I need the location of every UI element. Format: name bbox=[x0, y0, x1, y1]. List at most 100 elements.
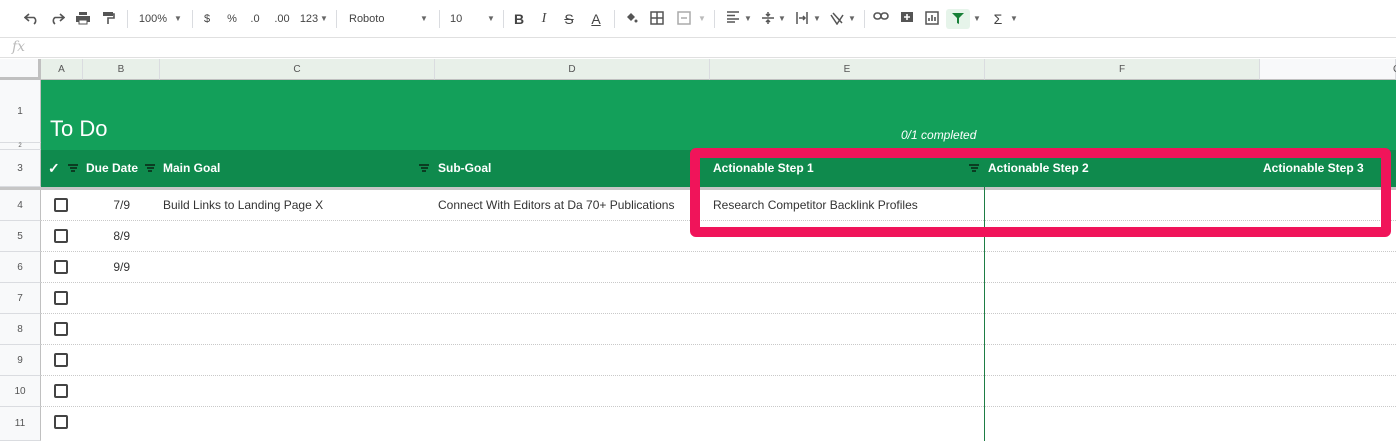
header-sub-goal[interactable]: Sub-Goal bbox=[438, 150, 491, 187]
table-row bbox=[41, 283, 1396, 314]
chevron-down-icon[interactable]: ▼ bbox=[812, 9, 822, 29]
chevron-down-icon[interactable]: ▼ bbox=[972, 9, 982, 29]
row-header-11[interactable]: 11 bbox=[0, 407, 41, 441]
strikethrough-button[interactable]: S bbox=[561, 9, 577, 29]
toolbar: 100% ▼ $ % .0 .00 123 ▼ Roboto ▼ 10 ▼ B … bbox=[0, 0, 1396, 38]
row-header-6[interactable]: 6 bbox=[0, 252, 41, 283]
undo-icon[interactable] bbox=[22, 9, 42, 29]
table-row bbox=[41, 314, 1396, 345]
row-header-label: 11 bbox=[14, 418, 26, 429]
select-all-corner[interactable] bbox=[0, 59, 41, 80]
sub-goal-cell[interactable]: Connect With Editors at Da 70+ Publicati… bbox=[438, 190, 674, 221]
highlight-box bbox=[690, 148, 1391, 237]
decrease-decimal-button[interactable]: .0 bbox=[246, 9, 264, 29]
font-select[interactable]: Roboto bbox=[349, 9, 409, 29]
row-header-label: 1 bbox=[17, 105, 23, 117]
text-rotation-icon[interactable] bbox=[829, 9, 845, 29]
table-row bbox=[41, 376, 1396, 407]
task-checkbox[interactable] bbox=[54, 229, 68, 243]
row-header-5[interactable]: 5 bbox=[0, 221, 41, 252]
align-left-icon[interactable] bbox=[724, 9, 742, 29]
task-checkbox[interactable] bbox=[54, 353, 68, 367]
percent-button[interactable]: % bbox=[225, 9, 239, 29]
main-goal-cell[interactable]: Build Links to Landing Page X bbox=[163, 190, 323, 221]
column-header-e[interactable]: E bbox=[710, 59, 985, 80]
header-main-goal[interactable]: Main Goal bbox=[163, 150, 220, 187]
row-header-9[interactable]: 9 bbox=[0, 345, 41, 376]
row-header-label: 10 bbox=[14, 385, 26, 397]
font-size-select[interactable]: 10 bbox=[450, 9, 474, 29]
column-header-f[interactable]: F bbox=[985, 59, 1260, 80]
row-header-2[interactable]: 2 bbox=[0, 143, 41, 150]
row-header-8[interactable]: 8 bbox=[0, 314, 41, 345]
row-header-4[interactable]: 4 bbox=[0, 190, 41, 221]
column-header-a[interactable]: A bbox=[41, 59, 83, 80]
column-header-d[interactable]: D bbox=[435, 59, 710, 80]
row-header-7[interactable]: 7 bbox=[0, 283, 41, 314]
borders-icon[interactable] bbox=[648, 9, 666, 29]
chevron-down-icon[interactable]: ▼ bbox=[486, 9, 496, 29]
chevron-down-icon[interactable]: ▼ bbox=[847, 9, 857, 29]
due-date-cell[interactable]: 9/9 bbox=[83, 252, 130, 283]
row-header-label: 5 bbox=[17, 230, 23, 242]
chevron-down-icon[interactable]: ▼ bbox=[697, 9, 707, 29]
chevron-down-icon[interactable]: ▼ bbox=[419, 9, 429, 29]
row-header-label: 7 bbox=[17, 292, 23, 304]
header-due-date[interactable]: Due Date bbox=[86, 150, 138, 187]
table-row bbox=[41, 345, 1396, 376]
chevron-down-icon[interactable]: ▼ bbox=[172, 9, 184, 29]
link-icon[interactable] bbox=[872, 9, 890, 29]
chevron-down-icon[interactable]: ▼ bbox=[777, 9, 787, 29]
filter-icon[interactable] bbox=[946, 9, 970, 29]
task-checkbox[interactable] bbox=[54, 415, 68, 429]
due-date-cell[interactable]: 8/9 bbox=[83, 221, 130, 252]
row-header-label: 9 bbox=[17, 354, 23, 366]
table-row bbox=[41, 407, 1396, 441]
insert-chart-icon[interactable] bbox=[923, 9, 941, 29]
row-header-1[interactable]: 1 bbox=[0, 80, 41, 143]
number-format-button[interactable]: 123 bbox=[298, 9, 320, 29]
print-icon[interactable] bbox=[73, 9, 93, 29]
fx-icon: fx bbox=[12, 39, 26, 55]
task-checkbox[interactable] bbox=[54, 322, 68, 336]
filter-icon[interactable] bbox=[419, 164, 429, 172]
row-header-label: 2 bbox=[18, 143, 22, 149]
bold-button[interactable]: B bbox=[511, 9, 527, 29]
table-row bbox=[41, 252, 1396, 283]
sheet-title[interactable]: To Do bbox=[50, 116, 107, 142]
task-checkbox[interactable] bbox=[54, 384, 68, 398]
due-date-cell[interactable]: 7/9 bbox=[83, 190, 130, 221]
paint-format-icon[interactable] bbox=[98, 9, 118, 29]
row-header-3[interactable]: 3 bbox=[0, 150, 41, 187]
formula-bar[interactable]: fx bbox=[0, 38, 1396, 58]
chevron-down-icon[interactable]: ▼ bbox=[1009, 9, 1019, 29]
header-check[interactable]: ✓ bbox=[48, 150, 60, 187]
filter-icon[interactable] bbox=[68, 164, 78, 172]
row-header-label: 4 bbox=[17, 199, 23, 211]
fill-color-icon[interactable] bbox=[622, 9, 640, 29]
completed-counter[interactable]: 0/1 completed bbox=[901, 128, 976, 142]
increase-decimal-button[interactable]: .00 bbox=[271, 9, 293, 29]
text-color-button[interactable]: A bbox=[587, 9, 605, 29]
chevron-down-icon[interactable]: ▼ bbox=[319, 9, 329, 29]
row-header-label: 6 bbox=[17, 261, 23, 273]
currency-button[interactable]: $ bbox=[201, 9, 213, 29]
task-checkbox[interactable] bbox=[54, 260, 68, 274]
chevron-down-icon[interactable]: ▼ bbox=[743, 9, 753, 29]
column-header-g[interactable]: G bbox=[1260, 59, 1396, 80]
zoom-select[interactable]: 100% bbox=[137, 9, 169, 29]
row-header-label: 3 bbox=[17, 162, 23, 174]
redo-icon[interactable] bbox=[47, 9, 67, 29]
merge-cells-icon[interactable] bbox=[675, 9, 693, 29]
column-header-b[interactable]: B bbox=[83, 59, 160, 80]
column-header-c[interactable]: C bbox=[160, 59, 435, 80]
filter-icon[interactable] bbox=[145, 164, 155, 172]
insert-comment-icon[interactable] bbox=[898, 9, 916, 29]
text-wrap-icon[interactable] bbox=[794, 9, 810, 29]
italic-button[interactable]: I bbox=[536, 9, 552, 29]
functions-button[interactable]: Σ bbox=[990, 9, 1006, 29]
task-checkbox[interactable] bbox=[54, 291, 68, 305]
row-header-10[interactable]: 10 bbox=[0, 376, 41, 407]
task-checkbox[interactable] bbox=[54, 198, 68, 212]
vertical-align-icon[interactable] bbox=[760, 9, 776, 29]
